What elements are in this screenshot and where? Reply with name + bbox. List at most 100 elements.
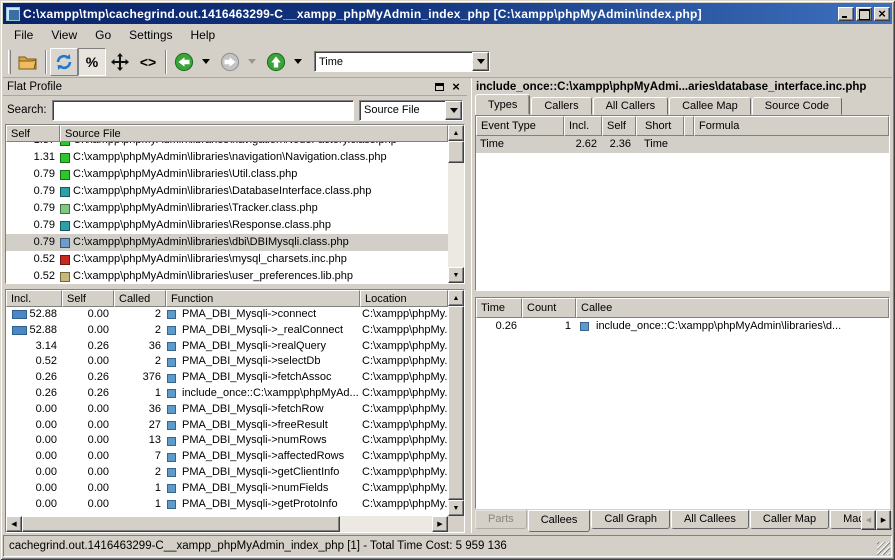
- menu-item[interactable]: Settings: [120, 25, 181, 45]
- function-row[interactable]: 0.00 0.00 27 PMA_DBI_Mysqli->freeResult …: [6, 418, 448, 434]
- dock-layout-button[interactable]: [106, 48, 134, 76]
- event-type-combobox[interactable]: Time: [314, 51, 490, 72]
- menu-item[interactable]: View: [42, 25, 86, 45]
- detail-bottom-tab[interactable]: Caller Map: [750, 510, 829, 529]
- dock-title-bar[interactable]: Flat Profile: [3, 78, 467, 96]
- scroll-left-icon[interactable]: ◀: [6, 516, 22, 532]
- source-file-row[interactable]: 1.37 C:\xampp\phpMyAdmin\libraries\navig…: [6, 142, 448, 149]
- column-header-source-file[interactable]: Source File: [60, 125, 448, 142]
- event-type-row[interactable]: Time 2.62 2.36 Time: [476, 136, 889, 153]
- self-cost-value: 0.00: [62, 323, 114, 339]
- function-row[interactable]: 0.00 0.00 36 PMA_DBI_Mysqli->fetchRow C:…: [6, 402, 448, 418]
- function-icon: [167, 342, 176, 351]
- search-input[interactable]: [52, 100, 354, 121]
- detail-bottom-tab[interactable]: All Callees: [671, 510, 749, 529]
- function-table-vscrollbar[interactable]: ▲ ▼: [448, 290, 464, 532]
- source-file-row[interactable]: 0.79 C:\xampp\phpMyAdmin\libraries\Track…: [6, 200, 448, 217]
- function-table-hscrollbar[interactable]: ◀ ▶: [6, 516, 448, 532]
- up-button[interactable]: [262, 48, 290, 76]
- column-header-time[interactable]: Time: [476, 298, 522, 318]
- scrollbar-thumb[interactable]: [448, 306, 464, 500]
- source-file-row[interactable]: 0.79 C:\xampp\phpMyAdmin\libraries\Respo…: [6, 217, 448, 234]
- column-header-formula[interactable]: Formula: [694, 116, 889, 136]
- source-file-row[interactable]: 1.31 C:\xampp\phpMyAdmin\libraries\navig…: [6, 149, 448, 166]
- function-row[interactable]: 0.00 0.00 2 PMA_DBI_Mysqli->getClientInf…: [6, 465, 448, 481]
- column-header-called[interactable]: Called: [114, 290, 166, 307]
- detail-tab[interactable]: Source Code: [752, 97, 842, 115]
- scroll-up-icon[interactable]: ▲: [448, 290, 464, 306]
- source-file-row[interactable]: 0.79 C:\xampp\phpMyAdmin\libraries\Datab…: [6, 183, 448, 200]
- grouping-combobox[interactable]: Source File: [359, 100, 463, 121]
- menu-item[interactable]: File: [5, 25, 42, 45]
- function-row[interactable]: 0.26 0.26 1 include_once::C:\xampp\phpMy…: [6, 386, 448, 402]
- back-dropdown-icon[interactable]: [202, 59, 210, 64]
- source-file-row[interactable]: 0.79 C:\xampp\phpMyAdmin\libraries\dbi\D…: [6, 234, 448, 251]
- column-header-count[interactable]: Count: [522, 298, 576, 318]
- types-table-header: Event Type Incl. Self Short Formula: [476, 116, 889, 136]
- function-row[interactable]: 52.88 0.00 2 PMA_DBI_Mysqli->connect C:\…: [6, 307, 448, 323]
- function-row[interactable]: 0.52 0.00 2 PMA_DBI_Mysqli->selectDb C:\…: [6, 354, 448, 370]
- column-header-location[interactable]: Location: [360, 290, 448, 307]
- close-panel-button[interactable]: [449, 80, 463, 93]
- open-file-button[interactable]: [14, 48, 42, 76]
- callee-row[interactable]: 0.26 1 include_once::C:\xampp\phpMyAdmin…: [476, 318, 889, 334]
- column-header-self[interactable]: Self: [62, 290, 114, 307]
- source-list-vscrollbar[interactable]: ▲ ▼: [448, 125, 464, 283]
- called-count-value: 27: [114, 418, 166, 434]
- scrollbar-track[interactable]: [448, 163, 464, 267]
- up-dropdown-icon[interactable]: [294, 59, 302, 64]
- column-header-self[interactable]: Self: [6, 125, 60, 142]
- column-header-incl[interactable]: Incl.: [564, 116, 602, 136]
- float-panel-button[interactable]: [432, 80, 446, 93]
- source-file-row[interactable]: 0.79 C:\xampp\phpMyAdmin\libraries\Util.…: [6, 166, 448, 183]
- detail-bottom-tab[interactable]: Parts: [475, 510, 527, 529]
- minimize-button[interactable]: [838, 7, 854, 21]
- function-row[interactable]: 0.00 0.00 13 PMA_DBI_Mysqli->numRows C:\…: [6, 433, 448, 449]
- scroll-down-icon[interactable]: ▼: [448, 500, 464, 516]
- app-window: C:\xampp\tmp\cachegrind.out.1416463299-C…: [0, 0, 895, 560]
- function-row[interactable]: 3.14 0.26 36 PMA_DBI_Mysqli->realQuery C…: [6, 339, 448, 355]
- chevron-down-icon[interactable]: [445, 101, 462, 120]
- column-header-event-type[interactable]: Event Type: [476, 116, 564, 136]
- detail-tab[interactable]: Callee Map: [669, 97, 751, 115]
- forward-dropdown-icon[interactable]: [248, 59, 256, 64]
- percent-toggle-button[interactable]: %: [78, 48, 106, 76]
- detail-bottom-tab[interactable]: Call Graph: [591, 510, 670, 529]
- tab-scroll-right-icon[interactable]: ▶: [876, 510, 891, 530]
- function-row[interactable]: 0.26 0.26 376 PMA_DBI_Mysqli->fetchAssoc…: [6, 370, 448, 386]
- function-row[interactable]: 0.00 0.00 7 PMA_DBI_Mysqli->affectedRows…: [6, 449, 448, 465]
- scroll-up-icon[interactable]: ▲: [448, 125, 464, 141]
- scrollbar-thumb[interactable]: [22, 516, 340, 532]
- source-file-row[interactable]: 0.52 C:\xampp\phpMyAdmin\libraries\user_…: [6, 268, 448, 283]
- function-row[interactable]: 0.00 0.00 1 PMA_DBI_Mysqli->numFields C:…: [6, 481, 448, 497]
- scrollbar-track[interactable]: [340, 516, 432, 532]
- chevron-down-icon[interactable]: [472, 52, 489, 71]
- menu-item[interactable]: Go: [86, 25, 120, 45]
- scroll-down-icon[interactable]: ▼: [448, 267, 464, 283]
- resize-grip[interactable]: [877, 542, 890, 555]
- detail-tab[interactable]: All Callers: [593, 97, 669, 115]
- toolbar-handle[interactable]: [8, 50, 11, 74]
- expand-collapse-button[interactable]: <>: [134, 48, 162, 76]
- source-file-row[interactable]: 0.52 C:\xampp\phpMyAdmin\libraries\mysql…: [6, 251, 448, 268]
- close-button[interactable]: [874, 7, 890, 21]
- reload-button[interactable]: [50, 48, 78, 76]
- forward-button[interactable]: [216, 48, 244, 76]
- scroll-right-icon[interactable]: ▶: [432, 516, 448, 532]
- column-header-callee[interactable]: Callee: [576, 298, 889, 318]
- maximize-button[interactable]: [856, 7, 872, 21]
- menu-item[interactable]: Help: [182, 25, 225, 45]
- column-header-incl[interactable]: Incl.: [6, 290, 62, 307]
- detail-tab[interactable]: Callers: [531, 97, 591, 115]
- back-button[interactable]: [170, 48, 198, 76]
- scrollbar-thumb[interactable]: [448, 141, 464, 163]
- detail-bottom-tab[interactable]: Callees: [528, 510, 591, 532]
- tab-scroll-left-icon[interactable]: ◀: [861, 510, 876, 530]
- column-header-self[interactable]: Self: [602, 116, 636, 136]
- title-bar[interactable]: C:\xampp\tmp\cachegrind.out.1416463299-C…: [3, 3, 892, 24]
- function-row[interactable]: 0.00 0.00 1 PMA_DBI_Mysqli->getProtoInfo…: [6, 497, 448, 513]
- column-header-function[interactable]: Function: [166, 290, 360, 307]
- column-header-short[interactable]: Short: [636, 116, 684, 136]
- detail-tab[interactable]: Types: [475, 94, 530, 115]
- function-row[interactable]: 52.88 0.00 2 PMA_DBI_Mysqli->_realConnec…: [6, 323, 448, 339]
